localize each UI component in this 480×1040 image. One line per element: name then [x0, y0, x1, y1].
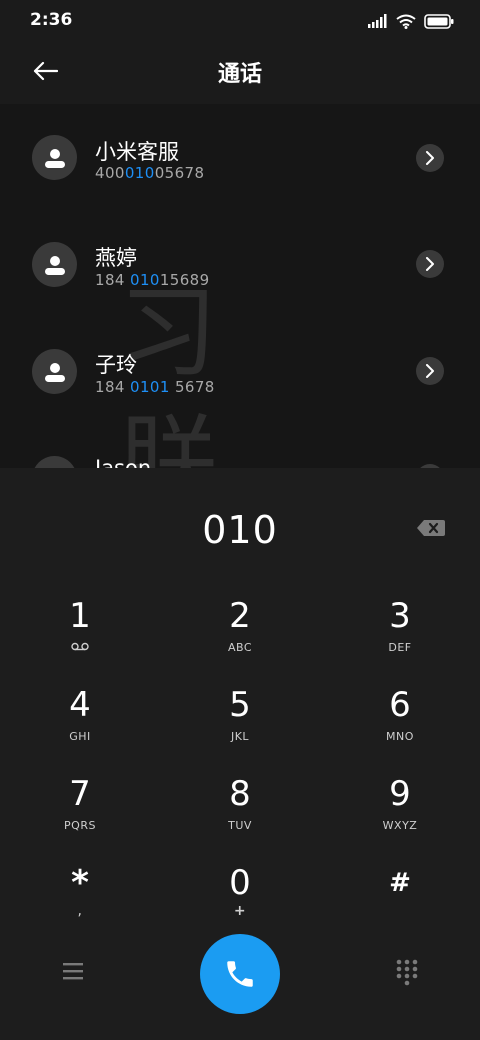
- key-digit: 4: [69, 685, 91, 725]
- status-bar: 2:36: [0, 0, 480, 40]
- person-icon: [44, 255, 65, 275]
- page-title: 通话: [217, 62, 262, 87]
- key-digit: #: [389, 868, 411, 898]
- chevron-right-icon: [426, 151, 434, 165]
- contact-details-button[interactable]: [416, 250, 444, 278]
- menu-icon: [63, 963, 83, 980]
- key-digit: 8: [229, 774, 251, 814]
- contact-details-button[interactable]: [416, 144, 444, 172]
- key-letters: ,: [77, 903, 83, 919]
- dial-key-2[interactable]: 2 ABC: [185, 596, 295, 676]
- contact-row[interactable]: 燕婷 184 01015689: [0, 210, 480, 316]
- key-letters: +: [233, 903, 247, 919]
- key-letters: DEF: [388, 641, 412, 654]
- top-bar: 通话: [0, 40, 480, 104]
- status-time: 2:36: [30, 10, 73, 30]
- number-suffix: 5678: [169, 378, 215, 396]
- key-letters: MNO: [386, 730, 414, 743]
- person-icon: [44, 362, 65, 382]
- chevron-right-icon: [426, 364, 434, 378]
- avatar: [32, 242, 77, 287]
- dial-key-7[interactable]: 7 PQRS: [25, 774, 135, 854]
- number-prefix: 400: [95, 164, 125, 182]
- battery-icon: [424, 13, 454, 29]
- key-digit: *: [71, 863, 89, 903]
- number-suffix: 05678: [154, 164, 205, 182]
- number-suffix: 15689: [159, 271, 210, 289]
- contact-row[interactable]: Jason: [0, 424, 480, 468]
- number-prefix: 184: [95, 271, 130, 289]
- dial-key-1[interactable]: 1: [25, 596, 135, 676]
- call-button[interactable]: [200, 934, 280, 1014]
- dial-key-hash[interactable]: #: [345, 863, 455, 943]
- key-letters: GHI: [69, 730, 91, 743]
- key-letters: ABC: [227, 641, 253, 654]
- menu-button[interactable]: [60, 960, 86, 982]
- contact-details-button[interactable]: [416, 357, 444, 385]
- wifi-icon: [396, 14, 416, 29]
- contact-name: 子玲: [95, 353, 137, 377]
- key-digit: 7: [69, 774, 91, 814]
- number-match: 010: [130, 271, 160, 289]
- signal-icon: [368, 14, 387, 28]
- dial-key-3[interactable]: 3 DEF: [345, 596, 455, 676]
- person-icon: [44, 148, 65, 168]
- dial-key-9[interactable]: 9 WXYZ: [345, 774, 455, 854]
- number-match: 010: [124, 164, 155, 182]
- dial-key-star[interactable]: * ,: [25, 863, 135, 943]
- dial-key-8[interactable]: 8 TUV: [185, 774, 295, 854]
- dial-key-0[interactable]: 0 +: [185, 863, 295, 943]
- key-voicemail: [25, 641, 135, 654]
- key-letters: WXYZ: [382, 819, 418, 832]
- key-letters: PQRS: [64, 819, 96, 832]
- dialpad-icon: [396, 959, 418, 986]
- key-digit: 6: [389, 685, 411, 725]
- key-digit: 9: [389, 774, 411, 814]
- contact-row[interactable]: 小米客服 40001005678: [0, 104, 480, 210]
- dial-key-4[interactable]: 4 GHI: [25, 685, 135, 765]
- key-digit: 0: [229, 863, 251, 903]
- backspace-icon: [417, 520, 445, 536]
- key-digit: 5: [229, 685, 251, 725]
- avatar: [32, 349, 77, 394]
- contact-list[interactable]: 习朕民的 小米客服 40001005678 燕婷 184 01015689: [0, 104, 480, 468]
- key-letters: JKL: [230, 730, 250, 743]
- contact-number: 184 01015689: [95, 271, 210, 289]
- phone-icon: [227, 961, 253, 987]
- key-letters: TUV: [228, 819, 252, 832]
- key-digit: 2: [229, 596, 251, 636]
- key-digit: 3: [389, 596, 411, 636]
- voicemail-icon: [71, 642, 89, 651]
- dialpad-toggle-button[interactable]: [394, 958, 420, 986]
- dialer-panel: 010 1 2 ABC 3 DEF 4 GHI 5 JKL 6 MNO 7 PQ…: [0, 468, 480, 1040]
- contact-name: 燕婷: [95, 246, 137, 270]
- avatar: [32, 135, 77, 180]
- number-prefix: 184: [95, 378, 130, 396]
- status-icons: [368, 12, 454, 30]
- backspace-button[interactable]: [416, 518, 446, 538]
- dial-key-6[interactable]: 6 MNO: [345, 685, 455, 765]
- chevron-right-icon: [426, 257, 434, 271]
- avatar: [32, 456, 77, 468]
- number-match: 0101: [130, 378, 170, 396]
- contact-row[interactable]: 子玲 184 0101 5678: [0, 317, 480, 423]
- dial-key-5[interactable]: 5 JKL: [185, 685, 295, 765]
- contact-number: 184 0101 5678: [95, 378, 215, 396]
- contact-name: 小米客服: [95, 140, 179, 164]
- dialed-number[interactable]: 010: [0, 508, 480, 552]
- contact-name: Jason: [95, 456, 152, 468]
- contact-number: 40001005678: [95, 164, 204, 182]
- key-digit: 1: [69, 596, 91, 636]
